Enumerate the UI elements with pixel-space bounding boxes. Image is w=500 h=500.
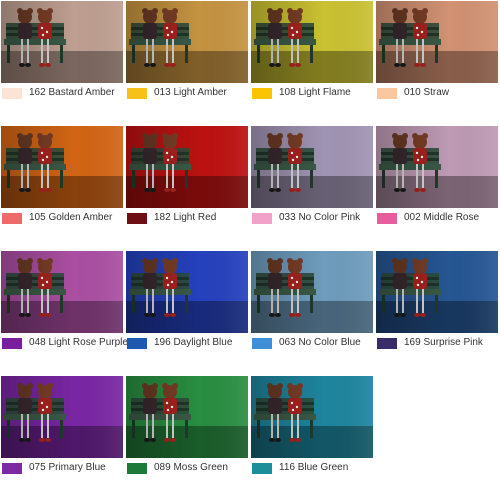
filter-photo — [251, 251, 373, 333]
filter-gallery: 162 Bastard Amber 013 Light Amber 108 Li… — [1, 1, 499, 499]
filter-photo — [1, 251, 123, 333]
filter-photo — [1, 1, 123, 83]
filter-tile[interactable]: 169 Surprise Pink — [376, 251, 498, 363]
filter-photo — [376, 126, 498, 208]
filter-label: 075 Primary Blue — [29, 462, 106, 473]
filter-label: 089 Moss Green — [154, 462, 228, 473]
filter-label: 162 Bastard Amber — [29, 87, 115, 98]
filter-photo — [251, 1, 373, 83]
filter-label: 033 No Color Pink — [279, 212, 361, 223]
filter-label: 105 Golden Amber — [29, 212, 113, 223]
filter-tile[interactable]: 182 Light Red — [126, 126, 248, 238]
filter-photo — [251, 126, 373, 208]
color-swatch — [252, 338, 272, 349]
filter-photo — [126, 251, 248, 333]
color-swatch — [2, 463, 22, 474]
filter-photo — [126, 1, 248, 83]
color-swatch — [377, 338, 397, 349]
filter-tile[interactable]: 116 Blue Green — [251, 376, 373, 488]
color-swatch — [252, 463, 272, 474]
filter-label: 048 Light Rose Purple — [29, 337, 128, 348]
filter-photo — [126, 376, 248, 458]
filter-photo — [126, 126, 248, 208]
filter-photo — [1, 376, 123, 458]
filter-photo — [376, 251, 498, 333]
color-swatch — [127, 213, 147, 224]
filter-tile[interactable]: 196 Daylight Blue — [126, 251, 248, 363]
filter-label: 108 Light Flame — [279, 87, 351, 98]
filter-tile[interactable]: 075 Primary Blue — [1, 376, 123, 488]
filter-tile[interactable]: 048 Light Rose Purple — [1, 251, 128, 363]
filter-tile[interactable]: 162 Bastard Amber — [1, 1, 123, 113]
color-swatch — [127, 338, 147, 349]
filter-tile[interactable]: 063 No Color Blue — [251, 251, 373, 363]
filter-label: 013 Light Amber — [154, 87, 227, 98]
color-swatch — [2, 338, 22, 349]
filter-label: 010 Straw — [404, 87, 450, 98]
filter-tile[interactable]: 089 Moss Green — [126, 376, 248, 488]
filter-tile[interactable]: 033 No Color Pink — [251, 126, 373, 238]
color-swatch — [377, 88, 397, 99]
color-swatch — [377, 213, 397, 224]
filter-tile[interactable]: 105 Golden Amber — [1, 126, 123, 238]
filter-tile[interactable]: 010 Straw — [376, 1, 498, 113]
filter-tile[interactable]: 013 Light Amber — [126, 1, 248, 113]
filter-label: 182 Light Red — [154, 212, 217, 223]
filter-photo — [376, 1, 498, 83]
color-swatch — [127, 463, 147, 474]
filter-photo — [1, 126, 123, 208]
filter-label: 063 No Color Blue — [279, 337, 361, 348]
color-swatch — [252, 213, 272, 224]
filter-tile[interactable]: 002 Middle Rose — [376, 126, 498, 238]
filter-label: 116 Blue Green — [279, 462, 349, 473]
filter-label: 169 Surprise Pink — [404, 337, 483, 348]
color-swatch — [2, 88, 22, 99]
filter-label: 002 Middle Rose — [404, 212, 480, 223]
filter-photo — [251, 376, 373, 458]
color-swatch — [127, 88, 147, 99]
filter-tile[interactable]: 108 Light Flame — [251, 1, 373, 113]
filter-label: 196 Daylight Blue — [154, 337, 233, 348]
color-swatch — [2, 213, 22, 224]
color-swatch — [252, 88, 272, 99]
